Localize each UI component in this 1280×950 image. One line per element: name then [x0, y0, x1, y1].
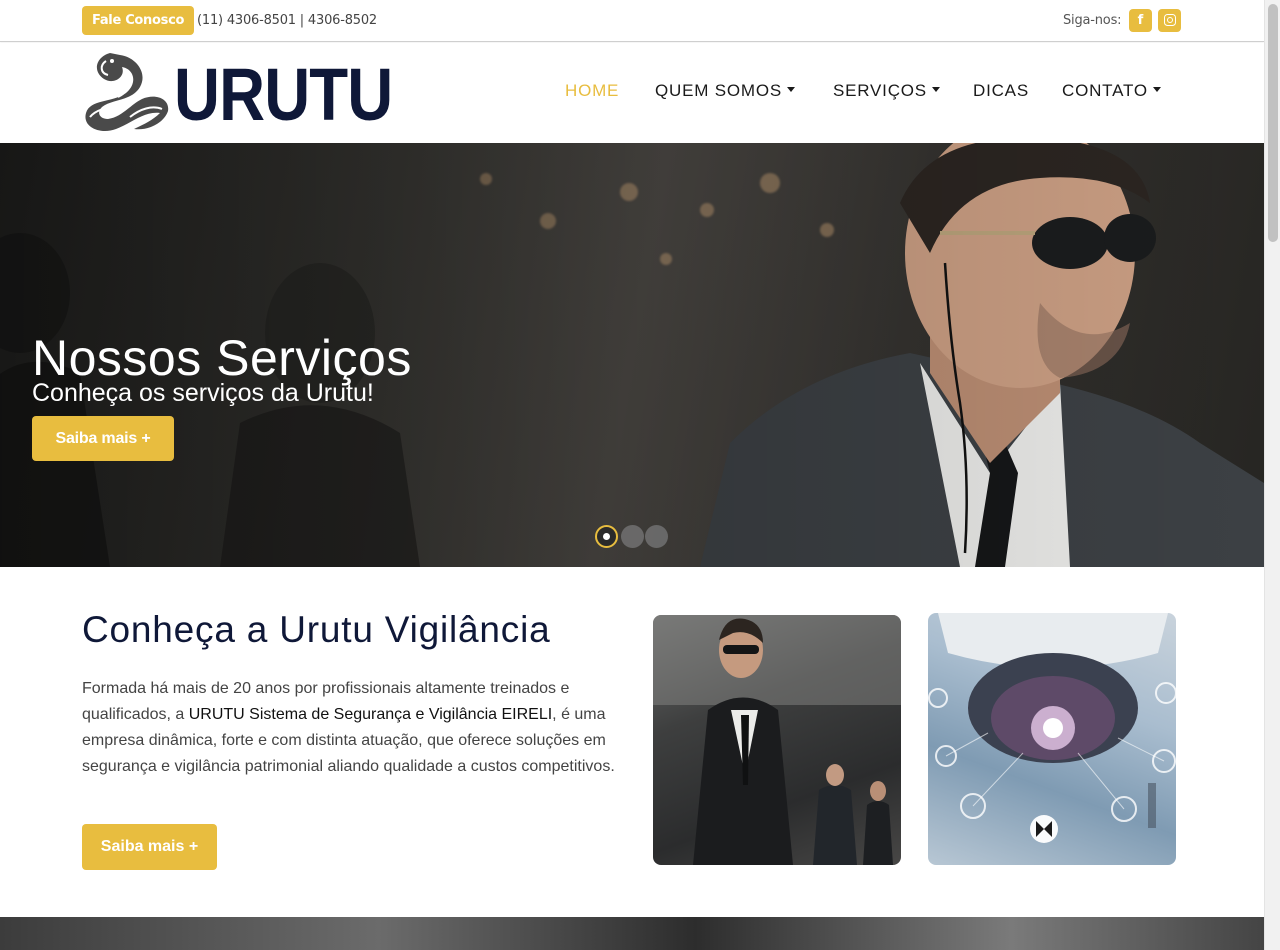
instagram-icon[interactable]	[1158, 9, 1181, 32]
nav-dicas[interactable]: DICAS	[973, 81, 1029, 101]
site-header: URUTU HOME QUEM SOMOS SERVIÇOS DICAS CON…	[0, 43, 1264, 143]
slider-dot-1[interactable]	[595, 525, 618, 548]
next-section-banner	[0, 917, 1264, 950]
logo-text: URUTU	[174, 53, 393, 136]
hero-subtitle: Conheça os serviços da Urutu!	[32, 379, 374, 407]
nav-home-label: HOME	[565, 81, 620, 100]
snake-logo-icon	[85, 53, 169, 132]
logo[interactable]: URUTU	[82, 47, 393, 135]
about-saiba-mais-button[interactable]: Saiba mais +	[82, 824, 217, 870]
facebook-icon[interactable]: f	[1129, 9, 1152, 32]
contact-button[interactable]: Fale Conosco	[82, 6, 195, 35]
nav-servicos[interactable]: SERVIÇOS	[833, 81, 940, 101]
page-scrollbar[interactable]	[1264, 0, 1280, 950]
hero-slider: Nossos Serviços Conheça os serviços da U…	[0, 143, 1264, 567]
caret-down-icon	[931, 87, 940, 93]
security-team-photo	[653, 615, 901, 865]
about-company-name: URUTU Sistema de Segurança e Vigilância …	[188, 706, 553, 723]
top-bar: Fale Conosco (11) 4306-8501 | 4306-8502 …	[0, 0, 1264, 42]
nav-servicos-label: SERVIÇOS	[833, 81, 927, 100]
slider-dot-3[interactable]	[645, 525, 668, 548]
phone-numbers: (11) 4306-8501 | 4306-8502	[197, 13, 377, 28]
nav-contato[interactable]: CONTATO	[1062, 81, 1161, 101]
about-title: Conheça a Urutu Vigilância	[82, 609, 551, 650]
nav-contato-label: CONTATO	[1062, 81, 1148, 100]
caret-down-icon	[787, 87, 796, 93]
nav-quem-somos-label: QUEM SOMOS	[655, 81, 783, 100]
caret-down-icon	[1152, 87, 1161, 93]
nav-home[interactable]: HOME	[565, 81, 619, 101]
slider-dot-2[interactable]	[621, 525, 644, 548]
security-team-image	[653, 615, 901, 865]
scrollbar-thumb[interactable]	[1268, 4, 1278, 242]
nav-dicas-label: DICAS	[973, 81, 1029, 100]
security-camera-image	[928, 613, 1176, 843]
follow-label: Siga-nos:	[1063, 13, 1122, 28]
nav-quem-somos[interactable]: QUEM SOMOS	[655, 81, 796, 101]
security-camera-photo	[928, 613, 1176, 865]
hero-saiba-mais-button[interactable]: Saiba mais +	[32, 416, 174, 461]
page: Fale Conosco (11) 4306-8501 | 4306-8502 …	[0, 0, 1264, 950]
about-text: Formada há mais de 20 anos por profissio…	[82, 676, 627, 780]
